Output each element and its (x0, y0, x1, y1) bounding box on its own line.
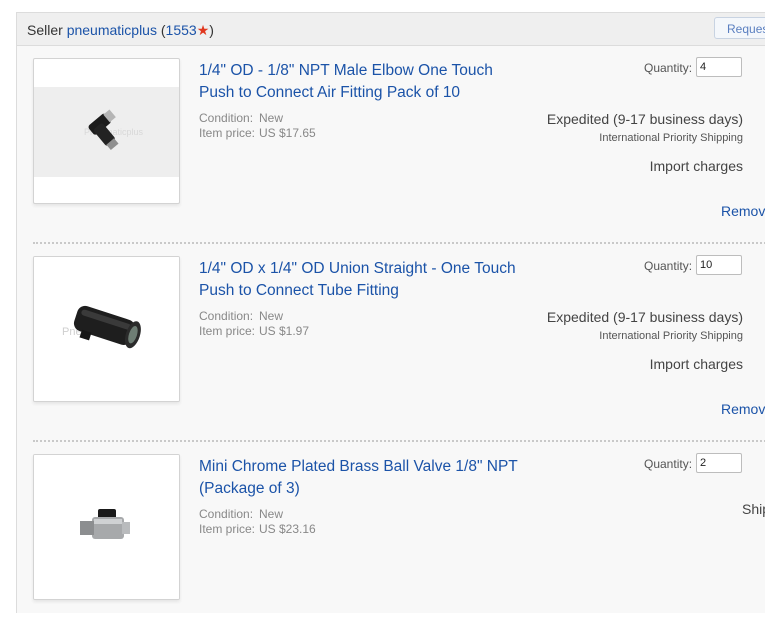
price-label: Item price: (199, 522, 256, 536)
item-image[interactable]: Pneumaticplus (33, 58, 180, 204)
condition-value: New (259, 507, 284, 521)
item-image[interactable] (33, 454, 180, 600)
price-label: Item price: (199, 324, 256, 338)
seller-name-link[interactable]: pneumaticplus (67, 22, 157, 38)
item-condition: Condition: New (199, 309, 283, 323)
ball-valve-image (34, 455, 179, 599)
item-price: Item price: US $1.97 (199, 324, 309, 338)
price-value: US $17.65 (259, 126, 316, 140)
price-label: Item price: (199, 126, 256, 140)
shipping-service: International Priority Shipping (599, 132, 743, 144)
request-total-button[interactable]: Request total (714, 17, 765, 39)
price-value: US $1.97 (259, 324, 310, 338)
condition-value: New (259, 309, 284, 323)
item-price: Item price: US $23.16 (199, 522, 316, 536)
condition-label: Condition: (199, 309, 254, 323)
quantity-label: Quantity: (644, 61, 693, 75)
item-title-link[interactable]: Mini Chrome Plated Brass Ball Valve 1/8"… (199, 456, 529, 500)
shipping-service: International Priority Shipping (599, 330, 743, 342)
price-value: US $23.16 (259, 522, 316, 536)
import-charges-label: Import charges (649, 356, 743, 372)
item-title-link[interactable]: 1/4" OD x 1/4" OD Union Straight - One T… (199, 258, 529, 302)
item-condition: Condition: New (199, 111, 283, 125)
seller-cart-panel: Seller pneumaticplus (1553★) Request tot… (16, 12, 765, 613)
quantity-input[interactable] (696, 255, 742, 275)
cart-item: Mini Chrome Plated Brass Ball Valve 1/8"… (17, 442, 765, 640)
item-price: Item price: US $17.65 (199, 126, 316, 140)
seller-feedback-score[interactable]: 1553 (166, 22, 197, 38)
seller-close-paren: ) (209, 22, 214, 38)
shipping-method: Expedited (9-17 business days) (546, 309, 743, 325)
cart-item: Pneumaticplus 1/4" OD - 1/8" NPT Male El… (17, 46, 765, 244)
cart-item: Pneumaticplus 1/4" OD x 1/4" OD Union St… (17, 244, 765, 442)
import-charges-label: Import charges (649, 158, 743, 174)
seller-header: Seller pneumaticplus (1553★) Request tot… (17, 13, 765, 46)
union-fitting-image: Pneumaticplus (34, 257, 179, 401)
quantity-input[interactable] (696, 453, 742, 473)
quantity-label: Quantity: (644, 259, 693, 273)
seller-info: Seller pneumaticplus (1553★) (27, 22, 214, 39)
star-icon: ★ (196, 22, 210, 38)
elbow-fitting-image: Pneumaticplus (34, 87, 179, 177)
condition-value: New (259, 111, 284, 125)
item-condition: Condition: New (199, 507, 283, 521)
condition-label: Condition: (199, 111, 254, 125)
item-image[interactable]: Pneumaticplus (33, 256, 180, 402)
item-title-link[interactable]: 1/4" OD - 1/8" NPT Male Elbow One Touch … (199, 60, 529, 104)
quantity-label: Quantity: (644, 457, 693, 471)
remove-link[interactable]: Remove (721, 401, 765, 417)
shipping-method: Expedited (9-17 business days) (546, 111, 743, 127)
seller-label: Seller (27, 22, 63, 38)
shipping-method: Ship (742, 501, 765, 517)
seller-open-paren: ( (156, 22, 166, 38)
remove-link[interactable]: Remove (721, 203, 765, 219)
condition-label: Condition: (199, 507, 254, 521)
quantity-input[interactable] (696, 57, 742, 77)
